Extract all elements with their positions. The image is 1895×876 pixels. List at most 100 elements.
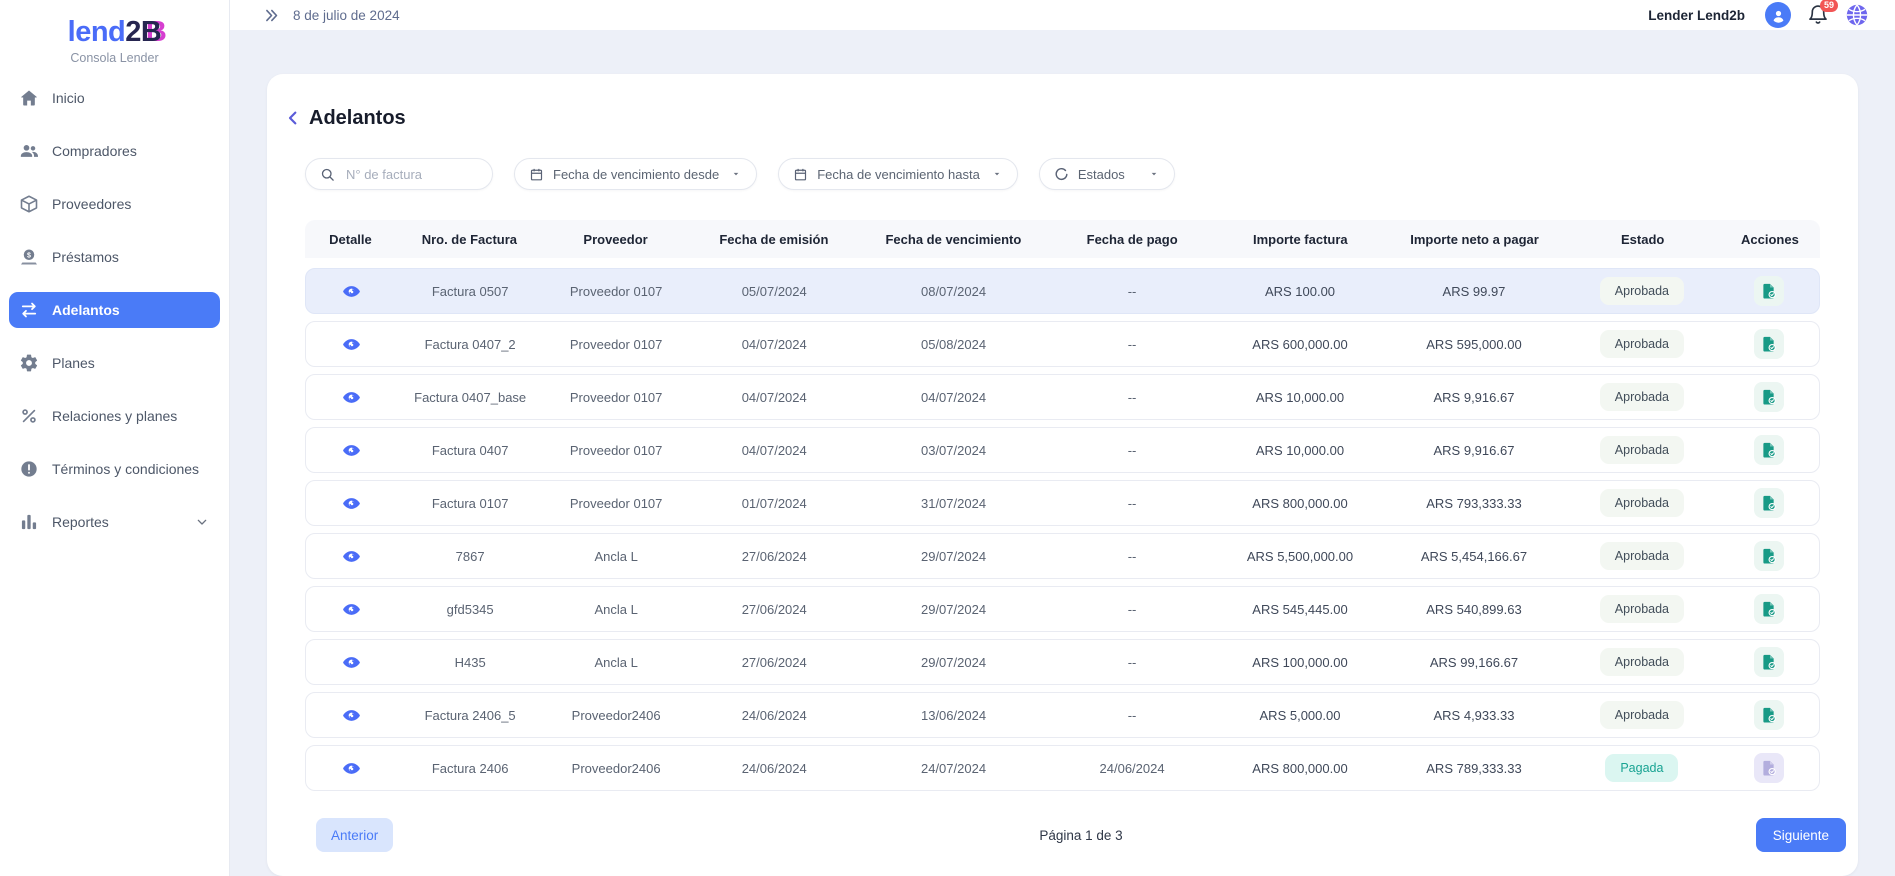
- status-badge: Aprobada: [1600, 648, 1684, 676]
- sidebar-item-proveedores[interactable]: Proveedores: [9, 186, 220, 222]
- column-header: Fecha de vencimiento: [859, 232, 1047, 247]
- sidebar-item-reportes[interactable]: Reportes: [9, 504, 220, 540]
- provider-name: Proveedor 0107: [544, 337, 689, 352]
- file-check-action-button[interactable]: [1754, 647, 1784, 677]
- invoice-number: Factura 2406: [397, 761, 544, 776]
- transfer-arrows-icon: [19, 300, 39, 320]
- due-date: 03/07/2024: [860, 443, 1048, 458]
- payment-date: --: [1047, 602, 1216, 617]
- globe-icon: [1845, 3, 1869, 27]
- alert-circle-icon: [19, 459, 39, 479]
- sidebar-item-inicio[interactable]: Inicio: [9, 80, 220, 116]
- person-icon: [1770, 7, 1787, 24]
- topbar-left: 8 de julio de 2024: [263, 7, 400, 24]
- column-header: Acciones: [1720, 232, 1820, 247]
- sidebar-item-label: Préstamos: [52, 249, 119, 265]
- column-header: Detalle: [305, 232, 396, 247]
- double-chevron-right-icon[interactable]: [263, 7, 280, 24]
- issue-date: 05/07/2024: [689, 284, 860, 299]
- invoice-number: gfd5345: [397, 602, 544, 617]
- net-amount: ARS 4,933.33: [1383, 708, 1565, 723]
- sidebar-item-relaciones-y-planes[interactable]: Relaciones y planes: [9, 398, 220, 434]
- issue-date: 27/06/2024: [689, 549, 860, 564]
- language-globe-button[interactable]: [1845, 3, 1869, 27]
- eye-icon[interactable]: [342, 547, 361, 566]
- states-filter[interactable]: Estados: [1039, 158, 1175, 190]
- file-check-action-button[interactable]: [1754, 382, 1784, 412]
- due-date: 29/07/2024: [860, 549, 1048, 564]
- sidebar-item-adelantos[interactable]: Adelantos: [9, 292, 220, 328]
- topbar: 8 de julio de 2024 Lender Lend2b 59: [230, 0, 1895, 30]
- previous-page-button[interactable]: Anterior: [316, 818, 393, 852]
- status-badge: Aprobada: [1600, 542, 1684, 570]
- spinner-circle-icon: [1054, 167, 1069, 182]
- table-row: H435 Ancla L 27/06/2024 29/07/2024 -- AR…: [305, 639, 1820, 685]
- file-check-action-button[interactable]: [1754, 488, 1784, 518]
- sidebar-item-label: Planes: [52, 355, 95, 371]
- due-date: 29/07/2024: [860, 602, 1048, 617]
- net-amount: ARS 9,916.67: [1383, 390, 1565, 405]
- main-area: 8 de julio de 2024 Lender Lend2b 59 Adel…: [230, 0, 1895, 876]
- eye-icon[interactable]: [342, 653, 361, 672]
- eye-icon[interactable]: [342, 600, 361, 619]
- file-check-action-button[interactable]: [1754, 329, 1784, 359]
- sidebar-item-label: Términos y condiciones: [52, 461, 199, 477]
- invoice-amount: ARS 5,500,000.00: [1217, 549, 1383, 564]
- due-date: 13/06/2024: [860, 708, 1048, 723]
- table-row: Factura 0407 Proveedor 0107 04/07/2024 0…: [305, 427, 1820, 473]
- calendar-icon: [529, 167, 544, 182]
- file-check-action-button[interactable]: [1754, 276, 1784, 306]
- caret-down-icon: [991, 168, 1003, 180]
- eye-icon[interactable]: [342, 335, 361, 354]
- issue-date: 24/06/2024: [689, 761, 860, 776]
- table-row: Factura 0507 Proveedor 0107 05/07/2024 0…: [305, 268, 1820, 314]
- invoice-search[interactable]: [305, 158, 493, 190]
- table-row: Factura 2406_5 Proveedor2406 24/06/2024 …: [305, 692, 1820, 738]
- eye-icon[interactable]: [342, 706, 361, 725]
- file-check-action-button[interactable]: [1754, 541, 1784, 571]
- provider-name: Proveedor 0107: [544, 390, 689, 405]
- next-page-button[interactable]: Siguiente: [1756, 818, 1846, 852]
- issue-date: 04/07/2024: [689, 337, 860, 352]
- invoice-amount: ARS 800,000.00: [1217, 496, 1383, 511]
- eye-icon[interactable]: [342, 388, 361, 407]
- eye-icon[interactable]: [342, 494, 361, 513]
- app-root: lend2BB Consola Lender Inicio Compradore…: [0, 0, 1895, 876]
- sidebar-item-label: Relaciones y planes: [52, 408, 177, 424]
- sidebar-item-planes[interactable]: Planes: [9, 345, 220, 381]
- sidebar-item-pr-stamos[interactable]: $ Préstamos: [9, 239, 220, 275]
- gear-icon: [19, 353, 39, 373]
- column-header: Fecha de pago: [1047, 232, 1217, 247]
- date-to-filter[interactable]: Fecha de vencimiento hasta: [778, 158, 1018, 190]
- filters-bar: Fecha de vencimiento desde Fecha de venc…: [305, 158, 1820, 190]
- payment-date: --: [1047, 708, 1216, 723]
- file-check-action-button[interactable]: [1754, 435, 1784, 465]
- column-header: Importe neto a pagar: [1384, 232, 1566, 247]
- payment-date: --: [1047, 496, 1216, 511]
- due-date: 31/07/2024: [860, 496, 1048, 511]
- adelantos-table: DetalleNro. de FacturaProveedorFecha de …: [305, 220, 1820, 798]
- table-row: 7867 Ancla L 27/06/2024 29/07/2024 -- AR…: [305, 533, 1820, 579]
- invoice-amount: ARS 100.00: [1217, 284, 1383, 299]
- file-check-action-button[interactable]: [1754, 700, 1784, 730]
- eye-icon[interactable]: [342, 282, 361, 301]
- sidebar-item-label: Proveedores: [52, 196, 131, 212]
- invoice-amount: ARS 5,000.00: [1217, 708, 1383, 723]
- eye-icon[interactable]: [342, 759, 361, 778]
- sidebar-item-t-rminos-y-condiciones[interactable]: Términos y condiciones: [9, 451, 220, 487]
- column-header: Importe factura: [1217, 232, 1384, 247]
- table-row: Factura 0107 Proveedor 0107 01/07/2024 3…: [305, 480, 1820, 526]
- date-from-filter[interactable]: Fecha de vencimiento desde: [514, 158, 757, 190]
- avatar[interactable]: [1765, 2, 1791, 28]
- invoice-amount: ARS 545,445.00: [1217, 602, 1383, 617]
- issue-date: 27/06/2024: [689, 655, 860, 670]
- status-badge: Aprobada: [1600, 436, 1684, 464]
- search-input[interactable]: [344, 166, 478, 183]
- file-check-action-button[interactable]: [1754, 594, 1784, 624]
- sidebar-item-compradores[interactable]: Compradores: [9, 133, 220, 169]
- search-icon: [320, 167, 335, 182]
- caret-down-icon: [730, 168, 742, 180]
- eye-icon[interactable]: [342, 441, 361, 460]
- back-button[interactable]: [283, 108, 303, 128]
- notifications-button[interactable]: 59: [1807, 4, 1829, 26]
